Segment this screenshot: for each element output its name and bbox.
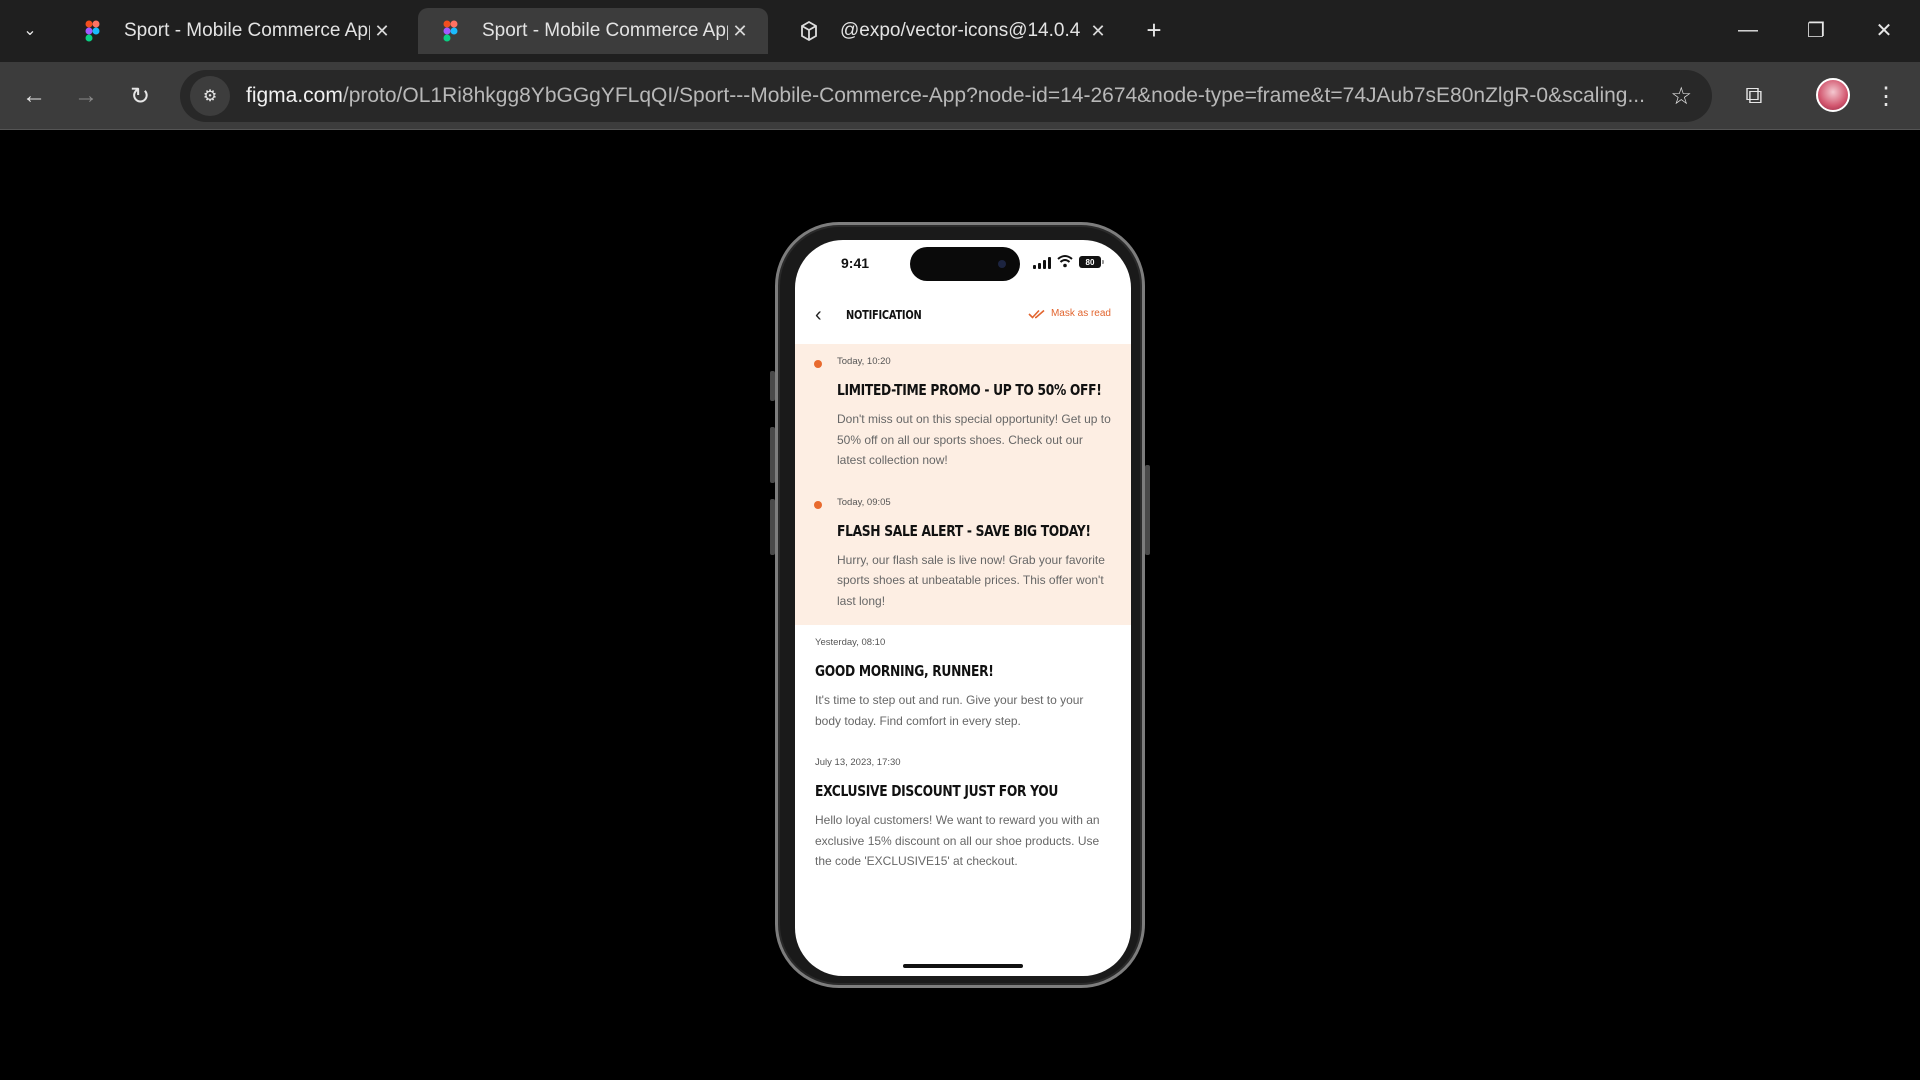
notification-item[interactable]: Today, 09:05 FLASH SALE ALERT - SAVE BIG… bbox=[795, 484, 1131, 625]
notification-time: Today, 09:05 bbox=[837, 496, 891, 508]
close-tab-icon[interactable]: ✕ bbox=[1086, 19, 1110, 43]
battery-icon: 80 bbox=[1079, 256, 1104, 268]
notification-title: GOOD MORNING, RUNNER! bbox=[815, 662, 994, 680]
extensions-puzzle-icon[interactable]: ⧉ bbox=[1734, 76, 1774, 116]
restore-icon[interactable]: ❐ bbox=[1796, 12, 1836, 48]
notification-time: Yesterday, 08:10 bbox=[815, 637, 886, 648]
tab-label: @expo/vector-icons@14.0.4 bbox=[840, 20, 1081, 41]
status-bar: 9:41 80 bbox=[795, 240, 1131, 294]
unread-dot bbox=[814, 500, 822, 509]
volume-down-button bbox=[770, 499, 775, 555]
reload-icon[interactable]: ↻ bbox=[120, 76, 160, 116]
tab-label: Sport - Mobile Commerce App bbox=[124, 20, 370, 41]
tab-label: Sport - Mobile Commerce App bbox=[482, 20, 728, 41]
wifi-icon bbox=[1057, 255, 1073, 268]
page-title: NOTIFICATION bbox=[846, 308, 922, 322]
notification-body: It's time to step out and run. Give your… bbox=[815, 693, 1084, 728]
close-tab-icon[interactable]: ✕ bbox=[370, 19, 394, 43]
address-bar[interactable]: ⚙ figma.com/proto/OL1Ri8hkgg8YbGGgYFLqQI… bbox=[180, 70, 1712, 122]
power-button bbox=[1145, 465, 1150, 555]
double-check-icon bbox=[1028, 309, 1045, 319]
figma-icon bbox=[443, 20, 458, 42]
mark-as-read-button[interactable]: Mask as read bbox=[1028, 308, 1111, 319]
app-header: ‹ NOTIFICATION Mask as read bbox=[795, 294, 1131, 338]
tab-search-chevron-icon[interactable]: ⌄ bbox=[14, 14, 46, 46]
profile-avatar[interactable] bbox=[1816, 78, 1850, 112]
phone-frame: 9:41 80 ‹ NOTIFICATION Mask as read Toda… bbox=[770, 222, 1150, 988]
notification-item[interactable]: Yesterday, 08:10 GOOD MORNING, RUNNER! I… bbox=[795, 625, 1131, 745]
back-chevron-icon[interactable]: ‹ bbox=[815, 304, 822, 327]
notification-body: Hurry, our flash sale is live now! Grab … bbox=[837, 552, 1105, 608]
notification-item[interactable]: Today, 10:20 LIMITED-TIME PROMO - UP TO … bbox=[795, 344, 1131, 485]
browser-tab-strip: ⌄ Sport - Mobile Commerce App ✕ Sport - … bbox=[0, 0, 1920, 62]
notification-time: Today, 10:20 bbox=[837, 356, 891, 367]
notification-list: Today, 10:20 LIMITED-TIME PROMO - UP TO … bbox=[795, 344, 1131, 886]
notification-body: Don't miss out on this special opportuni… bbox=[837, 412, 1111, 467]
browser-tab-2[interactable]: Sport - Mobile Commerce App ✕ bbox=[418, 8, 768, 54]
url-text[interactable]: figma.com/proto/OL1Ri8hkgg8YbGGgYFLqQI/S… bbox=[246, 84, 1646, 108]
close-tab-icon[interactable]: ✕ bbox=[728, 19, 752, 43]
figma-icon bbox=[85, 20, 100, 42]
phone-screen: 9:41 80 ‹ NOTIFICATION Mask as read Toda… bbox=[795, 240, 1131, 976]
notification-item[interactable]: July 13, 2023, 17:30 EXCLUSIVE DISCOUNT … bbox=[795, 745, 1131, 886]
home-indicator bbox=[903, 964, 1023, 968]
new-tab-plus-icon[interactable]: + bbox=[1138, 14, 1170, 46]
signal-icon bbox=[1033, 257, 1051, 269]
action-button bbox=[770, 371, 775, 401]
status-time: 9:41 bbox=[841, 255, 870, 271]
browser-tab-3[interactable]: @expo/vector-icons@14.0.4 ✕ bbox=[776, 8, 1126, 54]
back-arrow-icon[interactable]: ← bbox=[14, 76, 54, 116]
browser-tab-1[interactable]: Sport - Mobile Commerce App ✕ bbox=[60, 8, 410, 54]
forward-arrow-icon[interactable]: → bbox=[66, 76, 106, 116]
bookmark-star-icon[interactable]: ☆ bbox=[1670, 82, 1692, 111]
minimize-icon[interactable]: — bbox=[1728, 12, 1768, 48]
notification-title: LIMITED-TIME PROMO - UP TO 50% OFF! bbox=[837, 381, 1102, 399]
notification-body: Hello loyal customers! We want to reward… bbox=[815, 813, 1100, 868]
menu-kebab-icon[interactable]: ⋮ bbox=[1866, 76, 1906, 116]
notification-time: July 13, 2023, 17:30 bbox=[815, 757, 901, 768]
site-settings-icon[interactable]: ⚙ bbox=[190, 76, 230, 116]
volume-up-button bbox=[770, 427, 775, 483]
browser-toolbar: ← → ↻ ⚙ figma.com/proto/OL1Ri8hkgg8YbGGg… bbox=[0, 62, 1920, 130]
notification-title: FLASH SALE ALERT - SAVE BIG TODAY! bbox=[837, 521, 1091, 540]
close-window-icon[interactable]: ✕ bbox=[1864, 12, 1904, 48]
notification-title: EXCLUSIVE DISCOUNT JUST FOR YOU bbox=[815, 782, 1059, 800]
package-icon bbox=[801, 20, 817, 42]
dynamic-island bbox=[910, 247, 1020, 281]
unread-dot bbox=[814, 360, 822, 368]
